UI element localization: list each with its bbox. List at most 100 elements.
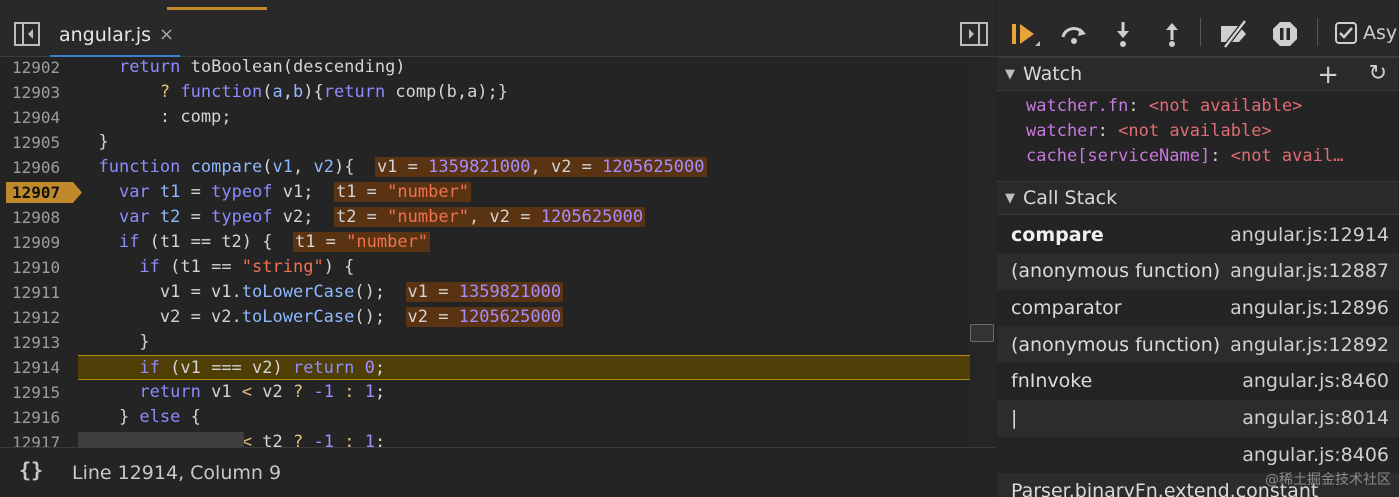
call-frame-location[interactable]: angular.js:12896 bbox=[1230, 297, 1389, 319]
pause-on-exceptions-icon[interactable] bbox=[1271, 20, 1299, 48]
code-area[interactable]: 12902 12903 12904 12905 12906 12907 12908 12909… bbox=[0, 57, 970, 447]
watch-expression[interactable]: watcher.fn: <not available> bbox=[1026, 94, 1302, 119]
execution-line[interactable]: if (v1 === v2) return 0; bbox=[78, 355, 970, 380]
code-token: v1; bbox=[272, 182, 334, 202]
call-frame[interactable]: angular.js:8406 bbox=[997, 436, 1399, 473]
call-frame[interactable]: (anonymous function) angular.js:12892 bbox=[997, 326, 1399, 364]
code-token: ( bbox=[262, 157, 273, 177]
code-line[interactable]: var t1 = typeof v1; t1 = "number" bbox=[78, 180, 970, 205]
call-frame[interactable]: (anonymous function) angular.js:12887 bbox=[997, 252, 1399, 290]
call-frame-function: (anonymous function) bbox=[1011, 260, 1221, 283]
code-line[interactable]: function compare(v1, v2){ v1 = 135982100… bbox=[78, 155, 970, 180]
call-frame-location[interactable]: angular.js:8014 bbox=[1242, 407, 1389, 429]
code-line[interactable]: var t2 = typeof v2; t2 = "number", v2 = … bbox=[78, 205, 970, 230]
call-frame[interactable]: | angular.js:8014 bbox=[997, 399, 1399, 437]
code-token: ? bbox=[293, 432, 304, 447]
step-into-icon[interactable] bbox=[1113, 20, 1133, 48]
inline-value-token: "number" bbox=[387, 207, 470, 227]
async-checkbox-icon[interactable] bbox=[1335, 22, 1357, 44]
line-number[interactable]: 12909 bbox=[0, 230, 72, 255]
line-number-gutter[interactable]: 12902 12903 12904 12905 12906 12907 12908 12909… bbox=[0, 57, 82, 447]
toggle-debugger-icon[interactable] bbox=[960, 22, 988, 46]
resume-icon[interactable] bbox=[1011, 22, 1041, 48]
code-lines[interactable]: return toBoolean(descending) ? function(… bbox=[78, 57, 970, 447]
pretty-print-button[interactable]: {} bbox=[19, 458, 43, 482]
code-token: (); bbox=[354, 307, 406, 327]
call-frame[interactable]: compare angular.js:12914 bbox=[997, 216, 1399, 253]
call-stack-section-header[interactable]: ▼ Call Stack bbox=[997, 181, 1399, 215]
line-number[interactable]: 12917 bbox=[0, 430, 72, 447]
line-number[interactable]: 12902 bbox=[0, 57, 72, 80]
watch-expression-value: <not available> bbox=[1118, 121, 1272, 141]
code-line[interactable]: } bbox=[78, 130, 970, 155]
line-number[interactable]: 12911 bbox=[0, 280, 72, 305]
code-line[interactable]: if (t1 == "string") { bbox=[78, 255, 970, 280]
debugger-toolbar: Asy bbox=[997, 0, 1399, 57]
code-line[interactable]: if (t1 == t2) { t1 = "number" bbox=[78, 230, 970, 255]
line-number[interactable]: 12912 bbox=[0, 305, 72, 330]
editor-status-bar: {} Line 12914, Column 9 bbox=[0, 447, 996, 497]
call-frame-location[interactable]: angular.js:12887 bbox=[1230, 260, 1389, 282]
code-token: if bbox=[139, 358, 160, 378]
refresh-icon[interactable]: ↻ bbox=[1369, 61, 1387, 86]
line-number[interactable]: 12905 bbox=[0, 130, 72, 155]
call-frame-location[interactable]: angular.js:8406 bbox=[1242, 444, 1389, 466]
inline-value-token: , v2 = bbox=[469, 207, 541, 227]
line-number[interactable]: 12913 bbox=[0, 330, 72, 355]
code-token: ; bbox=[374, 358, 386, 378]
code-token: < bbox=[241, 382, 253, 402]
line-number[interactable]: 12907 bbox=[0, 180, 72, 205]
watch-title: Watch bbox=[1023, 63, 1083, 85]
line-number[interactable]: 12916 bbox=[0, 405, 72, 430]
code-line[interactable]: return v1 < v2 ? -1 : 1; bbox=[78, 380, 970, 405]
code-token: ? bbox=[159, 82, 171, 102]
line-number[interactable]: 12906 bbox=[0, 155, 72, 180]
inline-variable-value: v2 = 1205625000 bbox=[405, 307, 564, 327]
line-number[interactable]: 12903 bbox=[0, 80, 72, 105]
tab-angular-js[interactable]: angular.js × bbox=[50, 14, 180, 57]
async-label[interactable]: Asy bbox=[1363, 22, 1397, 44]
line-number[interactable]: 12914 bbox=[0, 355, 72, 380]
line-number[interactable]: 12904 bbox=[0, 105, 72, 130]
toggle-navigator-icon[interactable] bbox=[14, 22, 40, 46]
watch-separator: : bbox=[1097, 121, 1119, 141]
call-frame-location[interactable]: angular.js:12892 bbox=[1230, 334, 1389, 356]
code-line[interactable]: v1 = v1.toLowerCase(); v1 = 1359821000 bbox=[78, 280, 970, 305]
step-over-icon[interactable] bbox=[1059, 22, 1089, 46]
call-frame-location[interactable]: angular.js:8460 bbox=[1242, 370, 1389, 392]
code-token: v2 = v2. bbox=[78, 307, 242, 327]
code-token: else bbox=[139, 407, 181, 427]
call-frame[interactable]: comparator angular.js:12896 bbox=[997, 289, 1399, 326]
code-token: return bbox=[139, 382, 201, 402]
code-line[interactable]: } bbox=[78, 330, 970, 355]
watch-section-header[interactable]: ▼ Watch + ↻ bbox=[997, 57, 1399, 91]
code-token: : bbox=[344, 432, 355, 447]
code-line[interactable]: ? function(a,b){return comp(b,a);} bbox=[78, 80, 970, 105]
vertical-scrollbar-thumb[interactable] bbox=[970, 324, 994, 342]
close-tab-icon[interactable]: × bbox=[159, 24, 174, 45]
vertical-scrollbar[interactable] bbox=[970, 57, 996, 447]
call-frame[interactable]: fnInvoke angular.js:8460 bbox=[997, 363, 1399, 400]
code-line[interactable]: } else { bbox=[78, 405, 970, 430]
code-line[interactable]: return toBoolean(descending) bbox=[78, 57, 970, 80]
code-line[interactable]: v2 = v2.toLowerCase(); v2 = 1205625000 bbox=[78, 305, 970, 330]
line-number[interactable]: 12915 bbox=[0, 380, 72, 405]
code-line[interactable]: : comp; bbox=[78, 105, 970, 130]
watch-expression[interactable]: watcher: <not available> bbox=[1026, 119, 1272, 144]
call-frame-location[interactable]: angular.js:12914 bbox=[1230, 224, 1389, 246]
add-watch-icon[interactable]: + bbox=[1317, 60, 1339, 90]
line-number[interactable]: 12908 bbox=[0, 205, 72, 230]
horizontal-scrollbar-thumb[interactable] bbox=[78, 432, 244, 447]
call-frame-function: (anonymous function) bbox=[1011, 333, 1221, 356]
step-out-icon[interactable] bbox=[1162, 20, 1182, 48]
line-number[interactable]: 12910 bbox=[0, 255, 72, 280]
deactivate-breakpoints-icon[interactable] bbox=[1219, 20, 1251, 48]
watch-expression[interactable]: cache[serviceName]: <not avail… bbox=[1026, 144, 1343, 169]
inline-variable-value: t2 = "number", v2 = 1205625000 bbox=[333, 207, 646, 227]
code-token: toLowerCase bbox=[241, 282, 355, 302]
